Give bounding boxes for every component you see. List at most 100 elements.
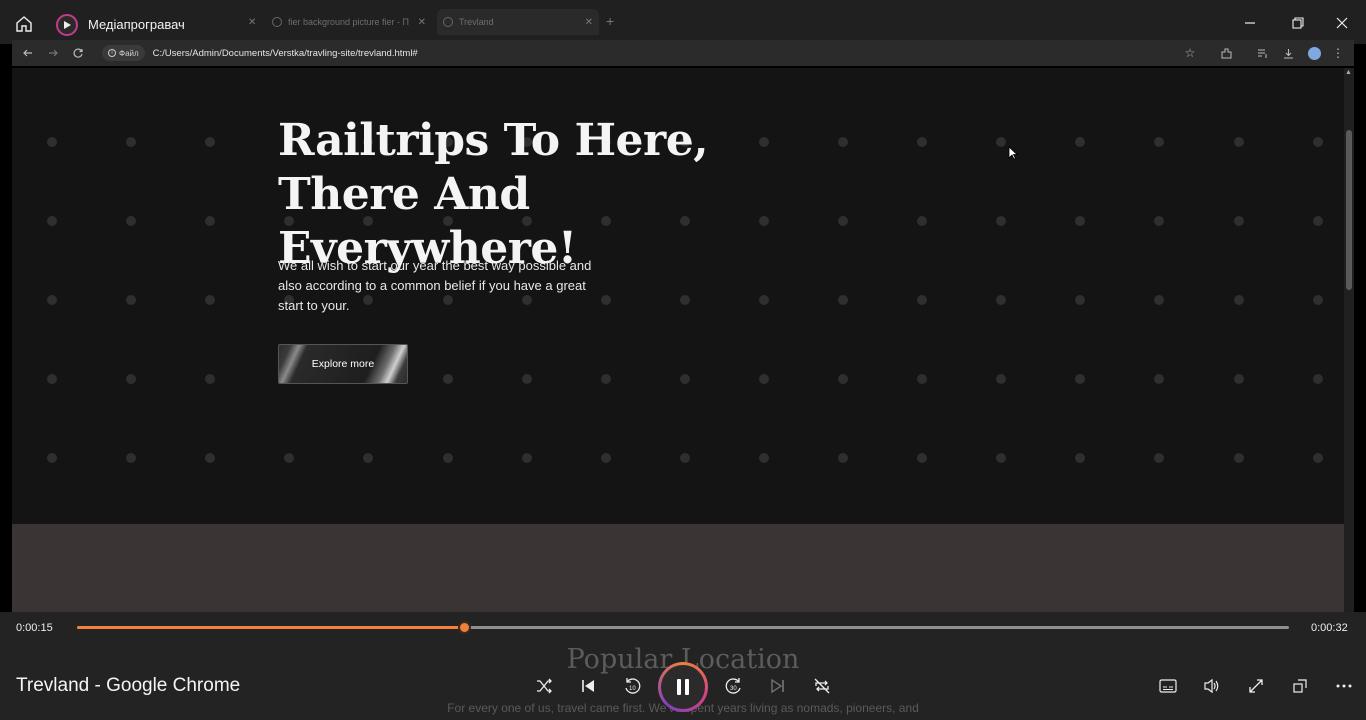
home-button[interactable] [10, 12, 38, 36]
close-tab-icon[interactable]: ✕ [585, 17, 593, 28]
seek-thumb[interactable] [457, 621, 471, 634]
new-tab-icon[interactable]: + [606, 13, 614, 29]
restore-button[interactable] [1286, 12, 1310, 34]
next-icon [771, 678, 784, 694]
minimize-button[interactable] [1238, 12, 1262, 34]
background-dot [758, 295, 769, 305]
background-dot [126, 374, 137, 384]
volume-button[interactable] [1200, 674, 1224, 698]
background-dot [1312, 374, 1323, 384]
restore-icon [1292, 17, 1304, 29]
volume-icon [1204, 678, 1219, 694]
background-dot [679, 453, 690, 463]
background-dot [1233, 137, 1244, 147]
background-dot [600, 295, 611, 305]
background-dot [838, 374, 848, 384]
scroll-thumb[interactable] [1346, 130, 1352, 290]
background-dot [1233, 374, 1244, 384]
background-dot [996, 137, 1007, 147]
rewind-10-button[interactable]: 10 [620, 674, 644, 698]
browser-toolbar: i Файл C:/Users/Admin/Documents/Verstka/… [12, 40, 1354, 66]
background-dot [205, 295, 216, 305]
shuffle-button[interactable] [532, 674, 556, 698]
background-dot [1312, 137, 1323, 147]
hero-title-line-1: Railtrips To Here, [278, 115, 709, 166]
explore-more-button[interactable]: Explore more [278, 344, 408, 384]
profile-avatar-icon[interactable] [1306, 45, 1322, 61]
background-dot [47, 137, 57, 147]
background-dot [442, 453, 453, 463]
background-dot [917, 137, 928, 147]
background-dot [1312, 295, 1323, 305]
shuffle-icon [537, 678, 552, 694]
repeat-button[interactable] [810, 674, 834, 698]
background-dot [126, 295, 137, 305]
mini-player-button[interactable] [1288, 674, 1312, 698]
site-chip-label: Файл [119, 48, 139, 58]
background-dot [996, 295, 1007, 305]
close-tab-icon[interactable]: ✕ [248, 9, 262, 35]
background-dot [1154, 453, 1165, 463]
subtitles-button[interactable] [1156, 674, 1180, 698]
page-scrollbar[interactable]: ▲ [1344, 68, 1354, 612]
arrow-right-icon [49, 49, 58, 57]
popular-section-top [12, 524, 1344, 612]
pause-button[interactable] [658, 662, 708, 712]
url-text: C:/Users/Admin/Documents/Verstka/travlin… [152, 47, 418, 59]
background-dot [1233, 295, 1244, 305]
home-icon [16, 16, 32, 32]
seek-bar[interactable] [77, 621, 1289, 634]
background-dot [205, 453, 216, 463]
media-control-icon[interactable] [1254, 45, 1270, 61]
more-options-button[interactable] [1332, 674, 1356, 698]
forward-button[interactable] [45, 45, 61, 61]
background-dot [758, 453, 769, 463]
background-dot [917, 295, 928, 305]
extensions-icon[interactable] [1218, 45, 1234, 61]
address-bar[interactable]: i Файл C:/Users/Admin/Documents/Verstka/… [98, 43, 1214, 63]
background-dot [1312, 453, 1323, 463]
repeat-off-icon [814, 678, 830, 694]
next-button[interactable] [766, 674, 790, 698]
now-playing-title: Trevland - Google Chrome [16, 675, 241, 696]
more-menu-icon[interactable]: ⋮ [1330, 45, 1346, 61]
browser-tab[interactable]: fier background picture fier - П ✕ [272, 9, 432, 35]
download-icon[interactable] [1280, 45, 1296, 61]
arrow-left-icon [23, 49, 32, 57]
background-dot [205, 216, 216, 226]
subtitles-icon [1159, 679, 1177, 693]
background-dot [600, 453, 611, 463]
forward-30-button[interactable]: 30 [722, 674, 746, 698]
fullscreen-button[interactable] [1244, 674, 1268, 698]
browser-tab-active[interactable]: Trevland ✕ [437, 9, 599, 35]
mouse-cursor-icon [1008, 146, 1018, 160]
background-dot [1154, 374, 1165, 384]
background-dot [838, 295, 848, 305]
bookmark-star-icon[interactable]: ☆ [1182, 45, 1198, 61]
back-button[interactable] [20, 45, 36, 61]
background-dot [47, 216, 57, 226]
background-dot [679, 295, 690, 305]
site-info-chip[interactable]: i Файл [102, 45, 145, 61]
reload-button[interactable] [70, 45, 86, 61]
previous-button[interactable] [576, 674, 600, 698]
background-dot [838, 453, 848, 463]
background-dot [1233, 453, 1244, 463]
close-button[interactable] [1330, 12, 1354, 34]
background-dot [521, 453, 532, 463]
close-tab-icon[interactable]: ✕ [418, 17, 426, 28]
background-dot [521, 374, 532, 384]
play-logo-icon [64, 21, 71, 29]
player-title-bar: Медіапрогравач fier background picture f… [0, 0, 1366, 44]
background-dot [1075, 216, 1086, 226]
hero-description: We all wish to start our year the best w… [278, 258, 592, 313]
background-dot [47, 453, 57, 463]
background-dot [679, 374, 690, 384]
scroll-up-icon[interactable]: ▲ [1345, 69, 1352, 76]
explore-more-label: Explore more [311, 358, 375, 370]
background-dot [917, 453, 928, 463]
background-dot [917, 374, 928, 384]
fullscreen-icon [1249, 679, 1263, 693]
previous-icon [582, 680, 594, 692]
pause-icon [677, 679, 689, 695]
